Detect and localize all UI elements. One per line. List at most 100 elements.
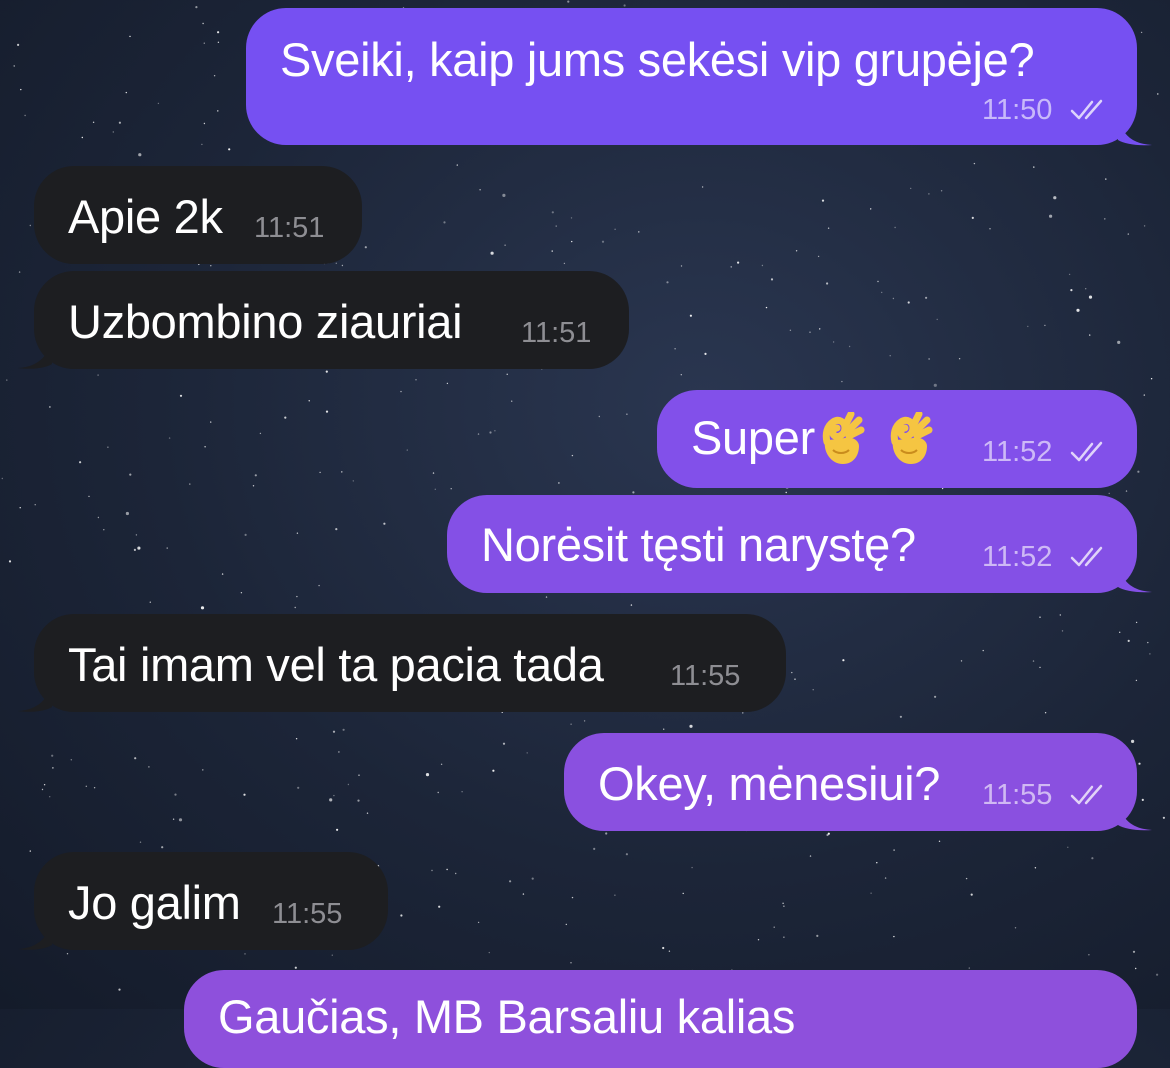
star (1143, 225, 1146, 227)
star (166, 547, 168, 549)
incoming-message[interactable]: Jo galim 11:55 (34, 852, 388, 950)
star (682, 892, 684, 895)
star (1088, 295, 1093, 299)
star (1085, 288, 1087, 290)
outgoing-message[interactable]: Sveiki, kaip jums sekėsi vip grupėje? 11… (246, 8, 1137, 145)
star (663, 728, 665, 730)
star (666, 281, 669, 284)
star (161, 846, 164, 849)
star (1033, 166, 1035, 168)
star (1140, 31, 1143, 34)
star (502, 742, 506, 745)
star (971, 216, 974, 219)
star (632, 491, 635, 494)
star (701, 186, 704, 188)
star (551, 211, 554, 214)
star (443, 221, 446, 224)
star (730, 266, 732, 268)
outgoing-message[interactable]: Gaučias, MB Barsaliu kalias (184, 970, 1137, 1068)
star (893, 935, 895, 938)
incoming-message[interactable]: Uzbombino ziauriai 11:51 (34, 271, 629, 369)
star (691, 866, 693, 869)
star (1014, 927, 1017, 929)
star (297, 786, 300, 789)
star (1149, 653, 1151, 655)
star (1091, 857, 1094, 860)
star (139, 841, 142, 843)
star (770, 278, 774, 281)
star (870, 892, 872, 894)
star (446, 382, 449, 385)
star (221, 573, 224, 575)
star (832, 341, 835, 343)
star (240, 592, 243, 594)
outgoing-message[interactable]: Super 11:52 (657, 390, 1137, 488)
star (558, 482, 560, 484)
star (18, 271, 21, 273)
star (92, 121, 95, 124)
star (1104, 218, 1106, 220)
star (1032, 660, 1035, 662)
star (821, 199, 825, 202)
star (455, 872, 457, 875)
star (479, 189, 481, 191)
star (29, 224, 31, 227)
star (133, 548, 136, 552)
star (1127, 639, 1130, 643)
star (848, 345, 851, 348)
star (689, 724, 693, 728)
star (342, 728, 345, 731)
star (477, 921, 480, 924)
message-time: 11:51 (254, 212, 325, 244)
star (1044, 712, 1047, 714)
star (148, 766, 150, 768)
star (81, 136, 84, 139)
star (737, 261, 740, 264)
star (210, 421, 212, 423)
star (889, 355, 891, 357)
star (965, 877, 968, 880)
star (357, 799, 360, 802)
star (383, 522, 386, 525)
star (331, 954, 333, 956)
star (329, 798, 333, 802)
star (336, 828, 339, 831)
star (625, 853, 629, 856)
star (296, 532, 299, 534)
star (13, 65, 15, 67)
message-time: 11:55 (670, 660, 741, 692)
star (928, 193, 930, 195)
star (1156, 973, 1159, 976)
star (565, 923, 567, 926)
incoming-message[interactable]: Tai imam vel ta pacia tada 11:55 (34, 614, 786, 712)
star (511, 400, 513, 402)
message-text-body: Super (691, 411, 815, 464)
star (794, 678, 796, 680)
incoming-message[interactable]: Apie 2k 11:51 (34, 166, 362, 264)
star (704, 352, 707, 355)
star (200, 606, 205, 610)
star (456, 164, 458, 166)
star (477, 433, 480, 435)
star (598, 415, 600, 418)
star (936, 318, 938, 321)
star (1088, 954, 1090, 956)
star (406, 449, 408, 451)
star (785, 491, 787, 494)
star (940, 190, 943, 192)
outgoing-message[interactable]: Norėsit tęsti narystę? 11:52 (447, 495, 1137, 593)
star (593, 847, 596, 851)
star (1067, 846, 1069, 848)
star (795, 250, 798, 252)
star (204, 446, 206, 448)
outgoing-message[interactable]: Okey, mėnesiui? 11:55 (564, 733, 1137, 831)
star (489, 431, 492, 434)
message-text: Gaučias, MB Barsaliu kalias (218, 990, 796, 1043)
star (689, 314, 693, 317)
star (252, 485, 255, 487)
message-text: Sveiki, kaip jums sekėsi vip grupėje? (280, 33, 1035, 86)
star (680, 374, 682, 376)
star (195, 6, 198, 9)
star (118, 988, 121, 991)
star (910, 187, 912, 190)
